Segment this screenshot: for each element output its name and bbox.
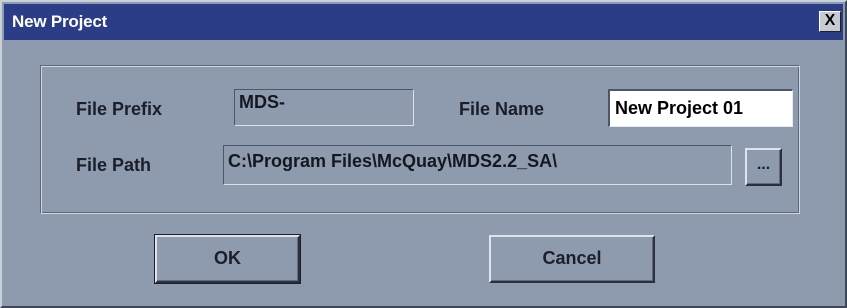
project-settings-group — [40, 65, 800, 214]
browse-button[interactable]: ... — [745, 148, 782, 186]
file-path-label: File Path — [76, 155, 152, 175]
cancel-button[interactable]: Cancel — [489, 235, 655, 283]
file-path-field: C:\Program Files\McQuay\MDS2.2_SA\ — [223, 145, 732, 185]
close-button[interactable]: X — [819, 11, 841, 32]
title-bar[interactable]: New Project X — [4, 4, 843, 40]
dialog-title: New Project — [12, 12, 108, 31]
file-name-label: File Name — [459, 99, 545, 119]
file-name-input[interactable] — [608, 89, 793, 127]
ok-button[interactable]: OK — [154, 234, 301, 284]
new-project-dialog: New Project X File Prefix MDS- File Name… — [0, 0, 847, 308]
file-prefix-field: MDS- — [234, 89, 414, 126]
file-prefix-label: File Prefix — [76, 99, 163, 119]
